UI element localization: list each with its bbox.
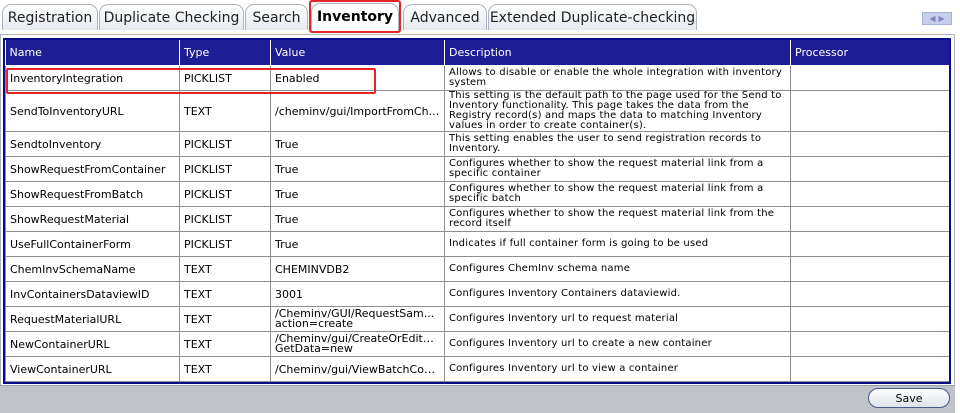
tab-duplicate-checking[interactable]: Duplicate Checking — [99, 4, 244, 30]
cell-value[interactable]: CHEMINVDB2 — [270, 256, 445, 282]
cell-description: Configures whether to show the request m… — [444, 181, 791, 207]
cell-value[interactable]: /Cheminv/gui/CreateOrEditC... GetData=ne… — [270, 331, 445, 357]
column-header-processor[interactable]: Processor — [790, 40, 949, 66]
cell-description: Configures whether to show the request m… — [444, 156, 791, 182]
cell-type: PICKLIST — [179, 131, 271, 157]
cell-type: TEXT — [179, 281, 271, 307]
cell-description: Configures ChemInv schema name — [444, 256, 791, 282]
cell-type: PICKLIST — [179, 156, 271, 182]
column-header-description[interactable]: Description — [444, 40, 791, 66]
column-header-name[interactable]: Name — [5, 40, 180, 66]
cell-value[interactable]: Enabled — [270, 65, 445, 91]
cell-name: ChemInvSchemaName — [5, 256, 180, 282]
tab-registration[interactable]: Registration — [2, 4, 98, 30]
cell-type: PICKLIST — [179, 231, 271, 257]
cell-description: Configures Inventory url to view a conta… — [444, 356, 791, 382]
column-header-type[interactable]: Type — [179, 40, 271, 66]
table-row[interactable]: InvContainersDataviewID TEXT 3001 Config… — [5, 281, 949, 307]
table-row[interactable]: ShowRequestMaterial PICKLIST True Config… — [5, 206, 949, 232]
cell-processor — [790, 331, 949, 357]
cell-value[interactable]: /Cheminv/GUI/RequestSam... action=create — [270, 306, 445, 332]
cell-name: InventoryIntegration — [5, 65, 180, 91]
cell-description: This setting is the default path to the … — [444, 90, 791, 132]
cell-value[interactable]: True — [270, 156, 445, 182]
cell-name: RequestMaterialURL — [5, 306, 180, 332]
cell-name: InvContainersDataviewID — [5, 281, 180, 307]
cell-processor — [790, 356, 949, 382]
cell-name: NewContainerURL — [5, 331, 180, 357]
cell-type: TEXT — [179, 331, 271, 357]
settings-panel: Name Type Value Description Processor In… — [0, 34, 955, 412]
cell-type: PICKLIST — [179, 181, 271, 207]
cell-processor — [790, 131, 949, 157]
cell-type: PICKLIST — [179, 206, 271, 232]
cell-value[interactable]: /Cheminv/gui/ViewBatchCon... — [270, 356, 445, 382]
cell-value[interactable]: True — [270, 231, 445, 257]
table-row[interactable]: SendtoInventory PICKLIST True This setti… — [5, 131, 949, 157]
cell-type: TEXT — [179, 306, 271, 332]
cell-processor — [790, 256, 949, 282]
cell-name: ShowRequestFromBatch — [5, 181, 180, 207]
cell-type: TEXT — [179, 256, 271, 282]
tab-scroll-arrows[interactable]: ◀ ▶ — [922, 12, 952, 25]
footer-bar — [0, 385, 955, 413]
tab-extended-duplicate-checking[interactable]: Extended Duplicate-checking — [488, 4, 697, 30]
cell-processor — [790, 90, 949, 132]
table-row[interactable]: NewContainerURL TEXT /Cheminv/gui/Create… — [5, 331, 949, 357]
tab-advanced[interactable]: Advanced — [403, 4, 487, 30]
cell-type: PICKLIST — [179, 65, 271, 91]
table-row[interactable]: RequestMaterialURL TEXT /Cheminv/GUI/Req… — [5, 306, 949, 332]
table-row[interactable]: ShowRequestFromContainer PICKLIST True C… — [5, 156, 949, 182]
table-row[interactable]: InventoryIntegration PICKLIST Enabled Al… — [5, 65, 949, 91]
cell-value[interactable]: True — [270, 181, 445, 207]
settings-grid: Name Type Value Description Processor In… — [3, 38, 951, 384]
tab-bar: Registration Duplicate Checking Search I… — [0, 0, 960, 34]
table-row[interactable]: ViewContainerURL TEXT /Cheminv/gui/ViewB… — [5, 356, 949, 382]
table-row[interactable]: ShowRequestFromBatch PICKLIST True Confi… — [5, 181, 949, 207]
tab-search[interactable]: Search — [245, 4, 308, 30]
cell-processor — [790, 156, 949, 182]
cell-value[interactable]: /cheminv/gui/ImportFromCh... — [270, 90, 445, 132]
settings-table: Name Type Value Description Processor In… — [5, 40, 949, 382]
column-header-value[interactable]: Value — [270, 40, 445, 66]
cell-description: This setting enables the user to send re… — [444, 131, 791, 157]
cell-value[interactable]: True — [270, 131, 445, 157]
cell-description: Configures Inventory url to create a new… — [444, 331, 791, 357]
cell-description: Indicates if full container form is goin… — [444, 231, 791, 257]
cell-processor — [790, 65, 949, 91]
cell-description: Allows to disable or enable the whole in… — [444, 65, 791, 91]
cell-processor — [790, 181, 949, 207]
cell-type: TEXT — [179, 356, 271, 382]
cell-processor — [790, 306, 949, 332]
table-row[interactable]: ChemInvSchemaName TEXT CHEMINVDB2 Config… — [5, 256, 949, 282]
cell-processor — [790, 281, 949, 307]
cell-name: ViewContainerURL — [5, 356, 180, 382]
cell-value[interactable]: 3001 — [270, 281, 445, 307]
cell-description: Configures whether to show the request m… — [444, 206, 791, 232]
cell-processor — [790, 231, 949, 257]
scroll-left-icon[interactable]: ◀ — [929, 14, 935, 23]
cell-name: ShowRequestFromContainer — [5, 156, 180, 182]
cell-name: ShowRequestMaterial — [5, 206, 180, 232]
table-row[interactable]: SendToInventoryURL TEXT /cheminv/gui/Imp… — [5, 90, 949, 132]
table-row[interactable]: UseFullContainerForm PICKLIST True Indic… — [5, 231, 949, 257]
cell-description: Configures Inventory Containers dataview… — [444, 281, 791, 307]
cell-value[interactable]: True — [270, 206, 445, 232]
save-button[interactable]: Save — [868, 388, 950, 408]
cell-name: SendtoInventory — [5, 131, 180, 157]
cell-name: UseFullContainerForm — [5, 231, 180, 257]
cell-processor — [790, 206, 949, 232]
cell-type: TEXT — [179, 90, 271, 132]
grid-header-row: Name Type Value Description Processor — [5, 40, 949, 66]
scroll-right-icon[interactable]: ▶ — [939, 14, 945, 23]
active-tab-highlight — [309, 0, 401, 33]
cell-description: Configures Inventory url to request mate… — [444, 306, 791, 332]
cell-name: SendToInventoryURL — [5, 90, 180, 132]
